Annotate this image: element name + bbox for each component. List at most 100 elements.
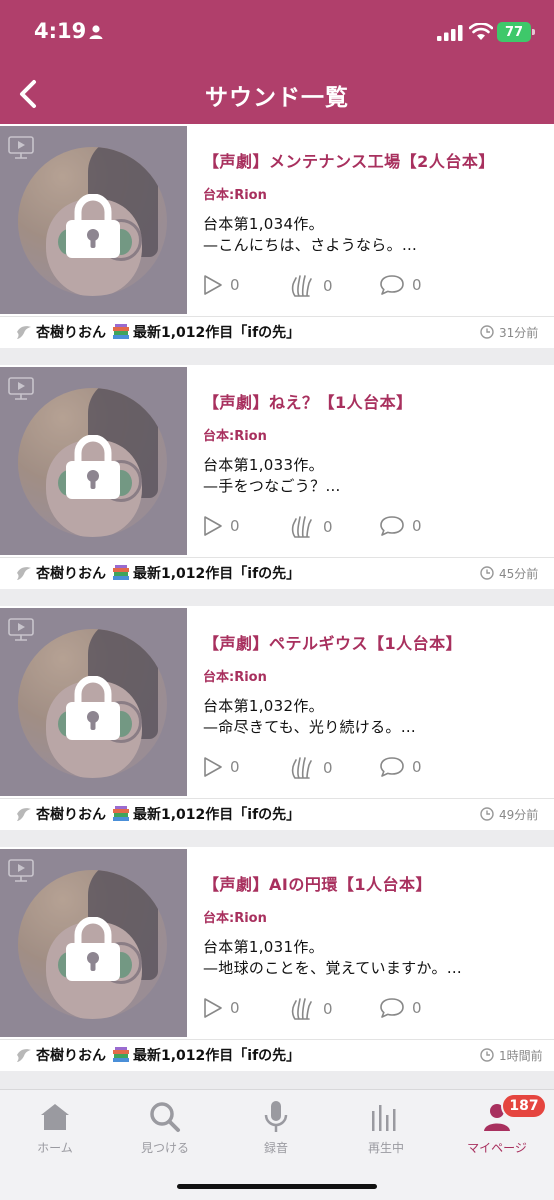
comment-count[interactable]: 0 xyxy=(379,756,422,778)
clap-icon xyxy=(291,757,312,779)
lock-icon xyxy=(66,435,120,499)
tab-label: ホーム xyxy=(37,1141,73,1155)
sound-title[interactable]: 【声劇】メンテナンス工場【2人台本】 xyxy=(203,148,495,172)
clock-icon xyxy=(480,807,494,821)
status-time: 4:19 xyxy=(34,19,87,43)
time-ago: 45分前 xyxy=(499,567,539,581)
tab-label: 録音 xyxy=(263,1141,288,1155)
sound-author: 台本:Rion xyxy=(203,670,267,685)
clap-count[interactable]: 0 xyxy=(290,997,333,1021)
sound-description-line1: 台本第1,034作。 xyxy=(203,215,324,233)
sound-description-line1: 台本第1,032作。 xyxy=(203,697,324,715)
bird-icon xyxy=(17,1049,31,1062)
video-icon xyxy=(8,377,34,400)
home-icon xyxy=(41,1104,69,1130)
books-icon xyxy=(113,565,129,580)
wifi-icon xyxy=(469,23,493,40)
sound-item[interactable]: 【声劇】AIの円環【1人台本】 台本:Rion 台本第1,031作。 —地球のこ… xyxy=(0,847,554,1071)
tab-now-playing[interactable]: 再生中 xyxy=(336,1100,436,1156)
sound-description-line2: —手をつなごう？… xyxy=(203,477,341,495)
owner-name[interactable]: 杏樹りおん xyxy=(36,804,106,824)
sound-author: 台本:Rion xyxy=(203,911,267,926)
tab-label: マイページ xyxy=(467,1141,527,1155)
clap-count-value: 0 xyxy=(323,759,333,777)
clap-count-value: 0 xyxy=(323,277,333,295)
sound-description-line2: —地球のことを、覚えていますか。… xyxy=(203,959,463,977)
microphone-icon xyxy=(264,1101,288,1132)
time-ago: 1時間前 xyxy=(499,1049,543,1063)
books-icon xyxy=(113,324,129,339)
owner-name[interactable]: 杏樹りおん xyxy=(36,1045,106,1065)
books-icon xyxy=(113,806,129,821)
lock-icon xyxy=(66,676,120,740)
tab-home[interactable]: ホーム xyxy=(5,1100,105,1156)
comment-count[interactable]: 0 xyxy=(379,515,422,537)
clap-icon xyxy=(291,998,312,1020)
tab-discover[interactable]: 見つける xyxy=(115,1100,215,1156)
time-ago: 31分前 xyxy=(499,326,539,340)
sound-title[interactable]: 【声劇】AIの円環【1人台本】 xyxy=(203,871,432,895)
tab-label: 再生中 xyxy=(367,1141,404,1155)
speech-bubble-icon xyxy=(380,275,404,295)
clap-count-value: 0 xyxy=(323,518,333,536)
owner-name[interactable]: 杏樹りおん xyxy=(36,563,106,583)
latest-work: 最新1,012作目「ifの先」 xyxy=(133,807,301,823)
latest-work: 最新1,012作目「ifの先」 xyxy=(133,566,301,582)
clap-count-value: 0 xyxy=(323,1000,333,1018)
video-icon xyxy=(8,136,34,159)
clap-icon xyxy=(291,275,312,297)
sound-item[interactable]: 【声劇】メンテナンス工場【2人台本】 台本:Rion 台本第1,034作。 —こ… xyxy=(0,124,554,348)
equalizer-icon xyxy=(372,1105,396,1131)
clock-icon xyxy=(480,325,494,339)
lock-icon xyxy=(66,194,120,258)
play-count-value: 0 xyxy=(230,758,240,776)
bird-icon xyxy=(17,808,31,821)
nav-bar: サウンド一覧 xyxy=(0,62,554,124)
play-count-value: 0 xyxy=(230,276,240,294)
lock-icon xyxy=(66,917,120,981)
owner-name[interactable]: 杏樹りおん xyxy=(36,322,106,342)
play-count-value: 0 xyxy=(230,999,240,1017)
clap-icon xyxy=(291,516,312,538)
clap-count[interactable]: 0 xyxy=(290,274,333,298)
sound-description-line1: 台本第1,033作。 xyxy=(203,456,324,474)
latest-work: 最新1,012作目「ifの先」 xyxy=(133,325,301,341)
time-ago: 49分前 xyxy=(499,808,539,822)
sound-description-line2: —こんにちは、さようなら。… xyxy=(203,236,418,254)
comment-count-value: 0 xyxy=(412,999,422,1017)
video-icon xyxy=(8,859,34,882)
bird-icon xyxy=(17,326,31,339)
clock-icon xyxy=(480,566,494,580)
tab-label: 見つける xyxy=(140,1141,189,1155)
books-icon xyxy=(113,1047,129,1062)
comment-count-value: 0 xyxy=(412,517,422,535)
sound-title[interactable]: 【声劇】ペテルギウス【1人台本】 xyxy=(203,630,462,654)
sound-item[interactable]: 【声劇】ねえ？【1人台本】 台本:Rion 台本第1,033作。 —手をつなごう… xyxy=(0,365,554,589)
clap-count[interactable]: 0 xyxy=(290,515,333,539)
home-indicator[interactable] xyxy=(177,1184,377,1189)
cellular-signal-icon xyxy=(437,25,463,41)
item-footer: 杏樹りおん 最新1,012作目「ifの先」 1時間前 xyxy=(0,1040,554,1071)
sound-thumbnail xyxy=(0,367,187,555)
latest-work: 最新1,012作目「ifの先」 xyxy=(133,1048,301,1064)
sound-description-line1: 台本第1,031作。 xyxy=(203,938,324,956)
item-footer: 杏樹りおん 最新1,012作目「ifの先」 45分前 xyxy=(0,558,554,589)
search-icon xyxy=(150,1102,180,1132)
comment-count[interactable]: 0 xyxy=(379,274,422,296)
comment-count[interactable]: 0 xyxy=(379,997,422,1019)
video-icon xyxy=(8,618,34,641)
play-count: 0 xyxy=(203,274,240,296)
sound-item[interactable]: 【声劇】ペテルギウス【1人台本】 台本:Rion 台本第1,032作。 —命尽き… xyxy=(0,606,554,830)
status-bar: 4:19 77 xyxy=(0,0,554,62)
tab-record[interactable]: 録音 xyxy=(226,1100,326,1156)
sound-title[interactable]: 【声劇】ねえ？【1人台本】 xyxy=(203,389,413,413)
clock-icon xyxy=(480,1048,494,1062)
sound-description-line2: —命尽きても、光り続ける。… xyxy=(203,718,417,736)
battery-level: 77 xyxy=(504,24,524,40)
play-count: 0 xyxy=(203,997,240,1019)
notification-badge: 187 xyxy=(501,1093,547,1119)
clap-count[interactable]: 0 xyxy=(290,756,333,780)
sound-thumbnail xyxy=(0,608,187,796)
play-count: 0 xyxy=(203,515,240,537)
play-icon xyxy=(204,998,222,1018)
